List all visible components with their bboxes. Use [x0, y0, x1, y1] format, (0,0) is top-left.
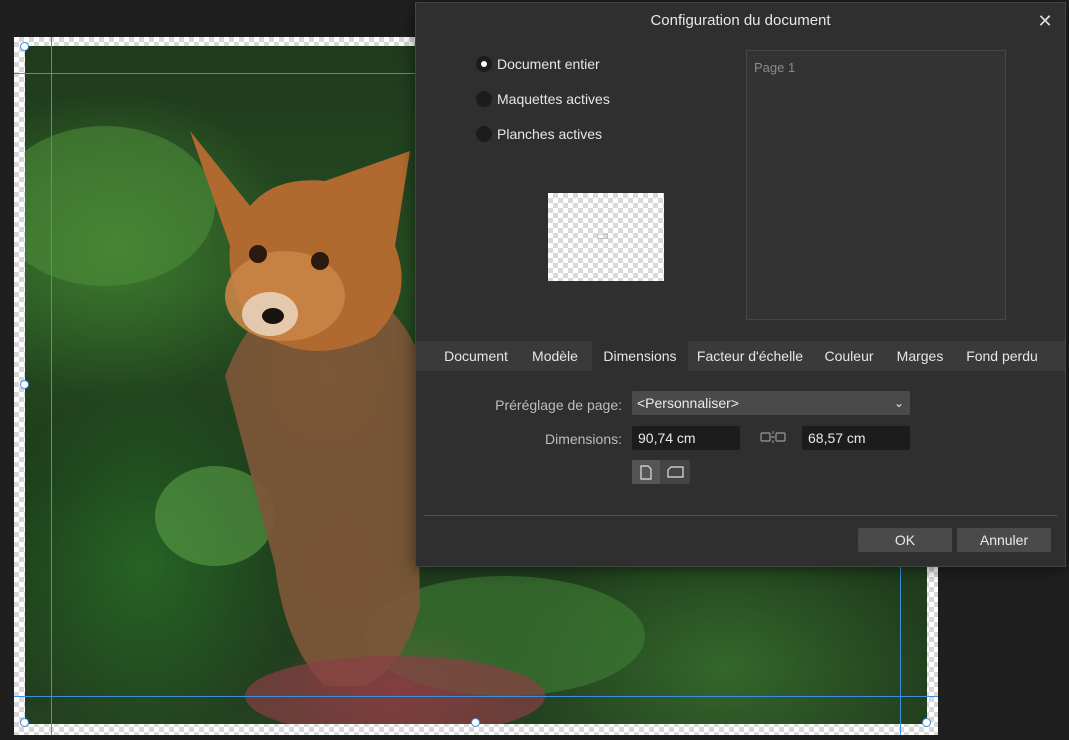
- link-icon[interactable]: [760, 431, 786, 443]
- width-input[interactable]: 90,74 cm: [632, 426, 740, 450]
- cancel-button[interactable]: Annuler: [957, 528, 1051, 552]
- portrait-icon[interactable]: [632, 460, 660, 484]
- preset-value: <Personnaliser>: [637, 395, 739, 411]
- radio-unchecked-icon[interactable]: [476, 126, 492, 142]
- ok-button[interactable]: OK: [858, 528, 952, 552]
- tab-bar: Document Modèle Dimensions Facteur d'éch…: [416, 341, 1065, 371]
- tab-modele[interactable]: Modèle: [524, 341, 586, 371]
- page-preview-thumbnail: ▭: [548, 193, 664, 281]
- dialog-title: Configuration du document: [650, 12, 831, 29]
- resize-handle-left[interactable]: [20, 380, 29, 389]
- radio-label: Planches actives: [497, 126, 603, 142]
- radio-label: Maquettes actives: [497, 91, 610, 107]
- tab-facteur-echelle[interactable]: Facteur d'échelle: [694, 341, 806, 371]
- document-setup-dialog: Configuration du document ✕ Document ent…: [415, 2, 1066, 567]
- page-list-item[interactable]: Page 1: [754, 60, 795, 75]
- resize-handle-top-left[interactable]: [20, 42, 29, 51]
- guide-bottom[interactable]: [14, 696, 938, 697]
- guide-left[interactable]: [51, 37, 52, 735]
- chevron-down-icon: ⌄: [893, 396, 904, 410]
- radio-label: Document entier: [497, 56, 600, 72]
- landscape-icon[interactable]: [661, 460, 689, 484]
- resize-handle-bottom-left[interactable]: [20, 718, 29, 727]
- page-preset-select[interactable]: <Personnaliser> ⌄: [632, 391, 910, 415]
- orientation-toggle: [632, 460, 690, 484]
- close-icon[interactable]: ✕: [1035, 11, 1055, 31]
- resize-handle-bottom-right[interactable]: [922, 718, 931, 727]
- page-list[interactable]: Page 1: [746, 50, 1006, 320]
- tab-fond-perdu[interactable]: Fond perdu: [960, 341, 1044, 371]
- height-input[interactable]: 68,57 cm: [802, 426, 910, 450]
- image-placeholder-icon: ▭: [596, 227, 610, 243]
- tab-couleur[interactable]: Couleur: [818, 341, 880, 371]
- resize-handle-bottom[interactable]: [471, 718, 480, 727]
- tab-marges[interactable]: Marges: [890, 341, 950, 371]
- dialog-divider: [424, 515, 1057, 516]
- radio-unchecked-icon[interactable]: [476, 91, 492, 107]
- radio-checked-icon[interactable]: [476, 56, 492, 72]
- preset-label: Préréglage de page:: [495, 397, 622, 413]
- dimensions-label: Dimensions:: [544, 431, 622, 447]
- tab-dimensions[interactable]: Dimensions: [592, 341, 688, 371]
- tab-document[interactable]: Document: [434, 341, 518, 371]
